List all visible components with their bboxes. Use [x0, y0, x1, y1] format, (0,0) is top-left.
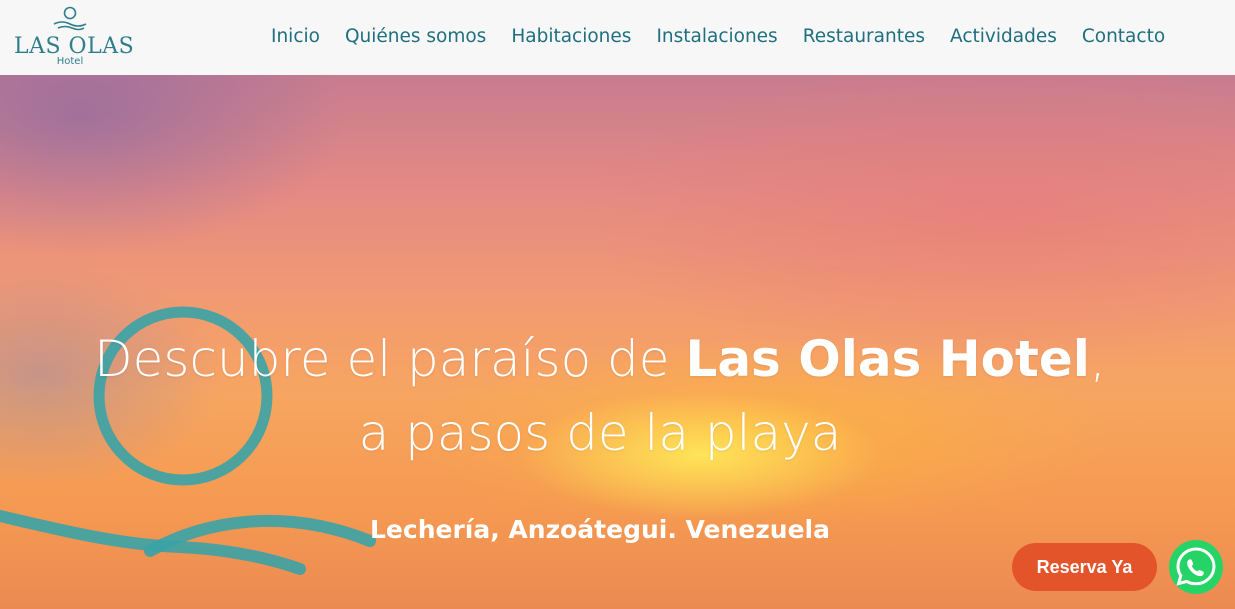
hero-subtitle: Lechería, Anzoátegui. Venezuela: [370, 515, 830, 544]
nav-instalaciones[interactable]: Instalaciones: [656, 26, 777, 47]
hero-title-post: ,: [1089, 330, 1106, 388]
nav-actividades[interactable]: Actividades: [950, 26, 1057, 47]
whatsapp-icon[interactable]: [1167, 538, 1225, 596]
nav-restaurantes[interactable]: Restaurantes: [803, 26, 925, 47]
brand-logo[interactable]: LAS OLAS Hotel: [14, 6, 134, 70]
hero-title-line2: a pasos de la playa: [358, 404, 842, 462]
brand-sub: Hotel: [56, 56, 84, 67]
nav-habitaciones[interactable]: Habitaciones: [511, 26, 631, 47]
hero-banner: Descubre el paraíso de Las Olas Hotel, a…: [0, 75, 1235, 609]
site-header: LAS OLAS Hotel Inicio Quiénes somos Habi…: [0, 0, 1235, 75]
hero-title: Descubre el paraíso de Las Olas Hotel, a…: [0, 322, 1200, 470]
reserva-button[interactable]: Reserva Ya: [1012, 543, 1157, 591]
wave-logo-icon: [53, 6, 87, 31]
hero-title-pre: Descubre el paraíso de: [94, 330, 686, 388]
main-nav: Inicio Quiénes somos Habitaciones Instal…: [271, 26, 1190, 47]
hero-title-brand: Las Olas Hotel: [685, 330, 1090, 388]
nav-inicio[interactable]: Inicio: [271, 26, 320, 47]
nav-quienes-somos[interactable]: Quiénes somos: [345, 26, 486, 47]
nav-contacto[interactable]: Contacto: [1082, 26, 1165, 47]
